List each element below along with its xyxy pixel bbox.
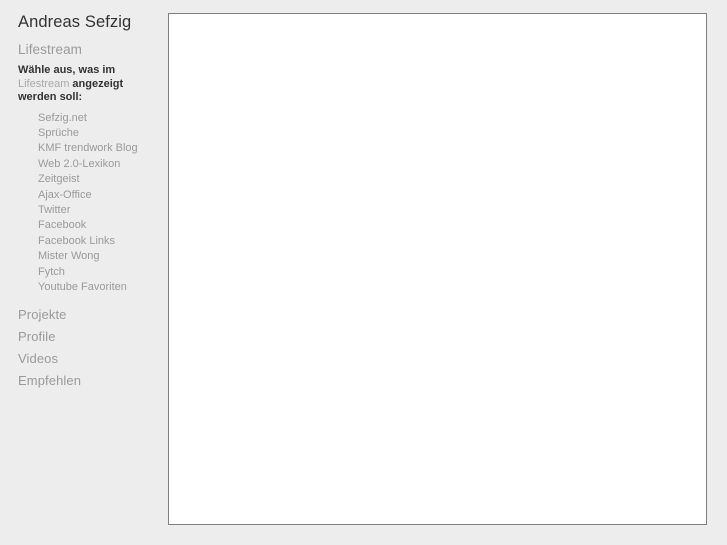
sidebar-item-label: Empfehlen (18, 373, 82, 389)
list-item-label: Youtube Favoriten (38, 280, 127, 293)
page-title: Andreas Sefzig (18, 13, 132, 31)
list-item-label: Facebook Links (38, 234, 116, 247)
main-content-panel (168, 13, 707, 525)
list-item-label: Zeitgeist (38, 173, 80, 186)
list-item[interactable]: Facebook Links (38, 234, 168, 249)
sidebar-item-empfehlen[interactable]: Empfehlen (18, 370, 168, 392)
sidebar-navigation: Projekte Profile Videos Empfehlen (18, 304, 168, 392)
page-root: Andreas Sefzig Lifestream Wähle aus, was… (0, 0, 727, 545)
list-item-label: Mister Wong (38, 250, 100, 263)
list-item-label: Ajax-Office (38, 188, 92, 201)
list-item[interactable]: Ajax-Office (38, 188, 168, 203)
sidebar-item-projekte[interactable]: Projekte (18, 304, 168, 326)
list-item[interactable]: Web 2.0-Lexikon (38, 157, 168, 172)
sidebar-item-label: Profile (18, 329, 56, 345)
list-item-label: Fytch (38, 265, 65, 278)
sidebar-item-label: Projekte (18, 307, 67, 323)
sidebar-section-heading-lifestream: Lifestream (18, 42, 83, 57)
intro-text-bold-before: Wähle aus, was im (18, 64, 116, 76)
sidebar: Andreas Sefzig Lifestream Wähle aus, was… (0, 0, 168, 545)
list-item[interactable]: Mister Wong (38, 249, 168, 264)
list-item[interactable]: Facebook (38, 218, 168, 233)
sidebar-item-videos[interactable]: Videos (18, 348, 168, 370)
list-item[interactable]: Sprüche (38, 126, 168, 141)
list-item[interactable]: Sefzig.net (38, 111, 168, 126)
list-item-label: Sefzig.net (38, 111, 87, 124)
lifestream-intro-text: Wähle aus, was im Lifestream angezeigt w… (18, 64, 158, 105)
list-item-label: Web 2.0-Lexikon (38, 157, 121, 170)
intro-text-muted-word: Lifestream (18, 77, 70, 90)
list-item[interactable]: Fytch (38, 265, 168, 280)
list-item[interactable]: Youtube Favoriten (38, 280, 168, 295)
list-item-label: Twitter (38, 203, 71, 216)
list-item[interactable]: KMF trendwork Blog (38, 141, 168, 156)
list-item-label: Facebook (38, 219, 87, 232)
sidebar-item-profile[interactable]: Profile (18, 326, 168, 348)
list-item[interactable]: Twitter (38, 203, 168, 218)
list-item-label: Sprüche (38, 126, 79, 139)
lifestream-source-list: Sefzig.net Sprüche KMF trendwork Blog We… (38, 111, 168, 296)
list-item-label: KMF trendwork Blog (38, 142, 138, 155)
sidebar-item-label: Videos (18, 351, 59, 367)
list-item[interactable]: Zeitgeist (38, 172, 168, 187)
